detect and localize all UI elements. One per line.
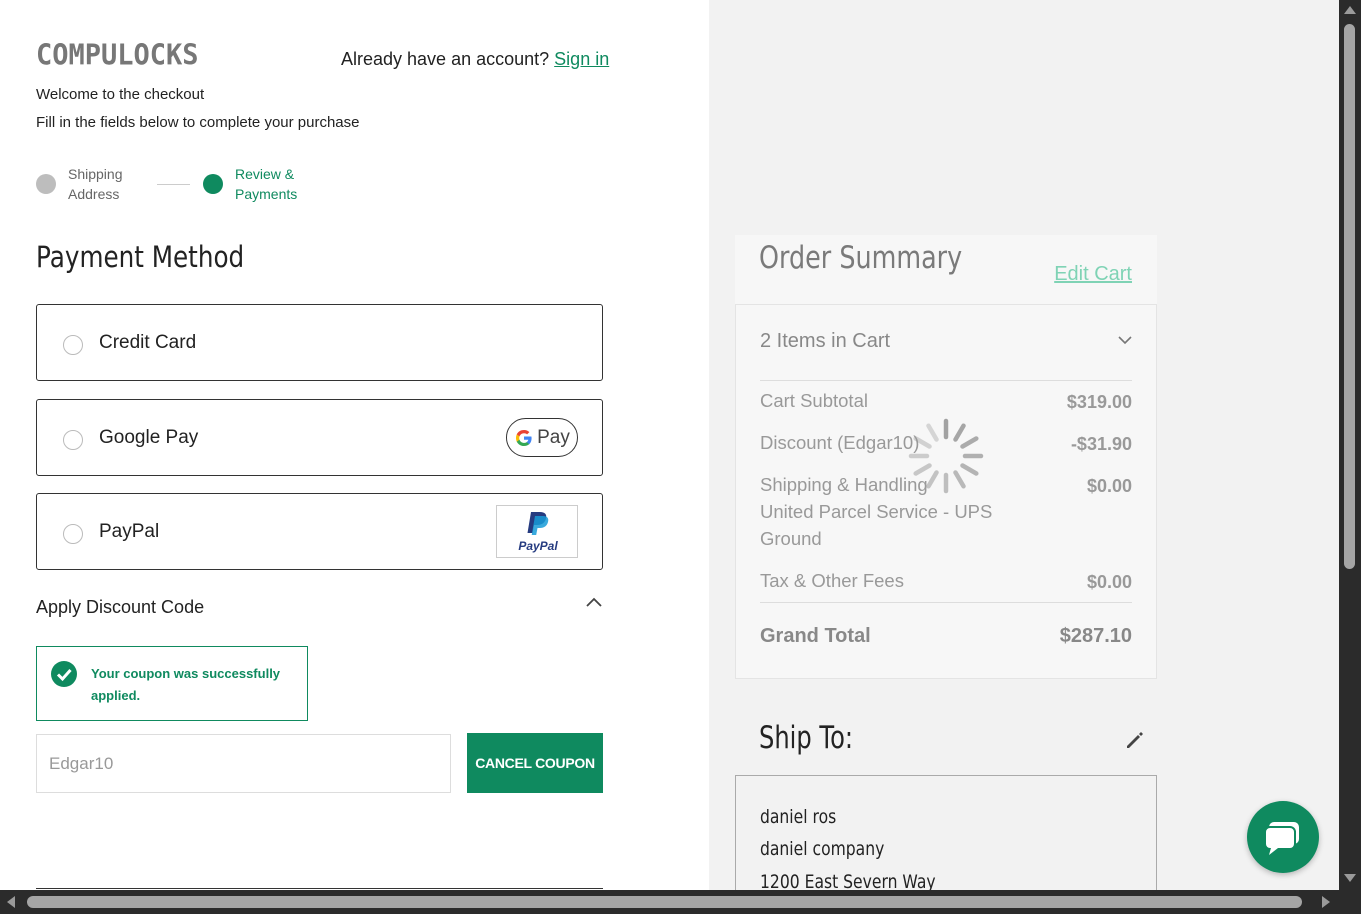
step-shipping-label[interactable]: Shipping Address	[68, 164, 123, 204]
discount-code-input[interactable]	[36, 734, 451, 793]
compulocks-logo[interactable]: COMPULOCKS	[36, 39, 199, 72]
step-shipping-dot[interactable]	[36, 174, 56, 194]
grand-total-label: Grand Total	[760, 625, 871, 647]
account-prompt: Already have an account? Sign in	[341, 49, 609, 70]
discount-code-title[interactable]: Apply Discount Code	[36, 597, 204, 618]
step-review-dot	[203, 174, 223, 194]
credit-card-radio[interactable]	[63, 335, 83, 355]
summary-divider	[760, 380, 1132, 381]
paypal-logo-icon: PayPal	[518, 512, 558, 553]
horizontal-scrollbar[interactable]	[0, 890, 1361, 914]
coupon-success-message: Your coupon was successfully applied.	[36, 646, 308, 721]
paypal-badge-text: PayPal	[518, 539, 558, 553]
google-pay-radio[interactable]	[63, 430, 83, 450]
scroll-down-arrow-icon[interactable]	[1344, 874, 1356, 882]
items-in-cart-toggle[interactable]: 2 Items in Cart	[760, 330, 890, 353]
coupon-success-text: Your coupon was successfully applied.	[91, 666, 281, 703]
checkout-left-column: COMPULOCKS Already have an account? Sign…	[0, 0, 709, 890]
google-pay-badge-text: Pay	[537, 426, 570, 448]
welcome-text: Welcome to the checkout	[36, 86, 205, 103]
account-prompt-text: Already have an account?	[341, 49, 550, 69]
cancel-coupon-button[interactable]: CANCEL COUPON	[467, 733, 603, 793]
vertical-scrollbar[interactable]	[1339, 0, 1361, 890]
shipping-value: $0.00	[1086, 476, 1132, 496]
cart-subtotal-value: $319.00	[1066, 392, 1132, 412]
instructions-text: Fill in the fields below to complete you…	[36, 114, 360, 131]
chat-bubble-icon	[1264, 822, 1299, 855]
scroll-right-arrow-icon[interactable]	[1322, 896, 1330, 908]
step-shipping-label-line1: Shipping	[68, 166, 123, 182]
chevron-down-icon[interactable]	[1118, 335, 1132, 345]
google-pay-icon: Pay	[506, 418, 578, 457]
order-summary-header: Order Summary Edit Cart	[735, 235, 1157, 304]
payment-option-credit-card[interactable]: Credit Card	[36, 304, 603, 381]
order-summary-title: Order Summary	[759, 240, 963, 276]
pencil-edit-icon[interactable]	[1124, 729, 1146, 751]
sign-in-link[interactable]: Sign in	[554, 49, 609, 69]
scroll-left-arrow-icon[interactable]	[7, 896, 15, 908]
step-review-label: Review & Payments	[235, 164, 297, 204]
payment-method-title: Payment Method	[36, 240, 245, 274]
ship-to-name: daniel ros	[760, 806, 837, 828]
vertical-scroll-thumb[interactable]	[1344, 24, 1355, 569]
paypal-radio[interactable]	[63, 524, 83, 544]
step-review-label-line1: Review &	[235, 166, 295, 182]
order-summary-body: 2 Items in Cart Cart Subtotal $319.00 Di…	[735, 304, 1157, 679]
credit-card-label: Credit Card	[99, 332, 197, 353]
payment-option-google-pay[interactable]: Google Pay Pay	[36, 399, 603, 476]
shipping-method-label: United Parcel Service - UPS Ground	[760, 501, 993, 549]
paypal-icon: PayPal	[496, 505, 578, 558]
check-circle-icon	[51, 661, 77, 687]
edit-cart-link[interactable]: Edit Cart	[1054, 263, 1132, 286]
discount-value: -$31.90	[1070, 434, 1132, 454]
ship-to-address-box: daniel ros daniel company 1200 East Seve…	[735, 775, 1157, 895]
step-shipping-label-line2: Address	[68, 186, 120, 202]
tax-label: Tax & Other Fees	[760, 570, 904, 591]
google-g-icon	[516, 429, 532, 446]
ship-to-title: Ship To:	[759, 720, 854, 756]
paypal-label: PayPal	[99, 521, 160, 542]
chevron-up-icon[interactable]	[584, 594, 604, 610]
tax-value: $0.00	[1086, 572, 1132, 592]
checkout-page: COMPULOCKS Already have an account? Sign…	[0, 0, 1361, 914]
loading-spinner-icon	[908, 418, 984, 494]
google-pay-label: Google Pay	[99, 427, 199, 448]
chat-button[interactable]	[1247, 801, 1319, 873]
scroll-up-arrow-icon[interactable]	[1344, 6, 1356, 14]
horizontal-scroll-thumb[interactable]	[27, 896, 1302, 908]
payment-option-paypal[interactable]: PayPal PayPal	[36, 493, 603, 570]
checkout-right-column: Order Summary Edit Cart 2 Items in Cart …	[709, 0, 1339, 895]
step-connector	[157, 184, 190, 185]
grand-total-value: $287.10	[1059, 625, 1132, 647]
cart-subtotal-label: Cart Subtotal	[760, 390, 868, 411]
step-review-label-line2: Payments	[235, 186, 298, 202]
summary-divider-total	[760, 602, 1132, 603]
ship-to-company: daniel company	[760, 838, 885, 860]
